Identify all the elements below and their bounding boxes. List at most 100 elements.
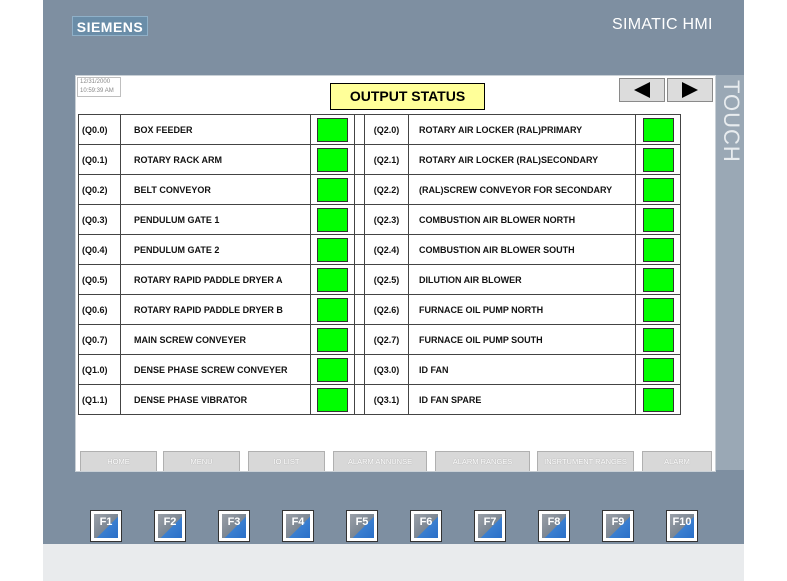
output-address: (Q0.4)	[78, 234, 121, 265]
status-indicator	[317, 357, 348, 382]
output-address: (Q2.2)	[364, 174, 409, 205]
status-cell	[635, 234, 681, 265]
alarm-annunse-button[interactable]: ALARM ANNUNSE	[333, 451, 427, 471]
output-address: (Q0.6)	[78, 294, 121, 325]
output-name: ID FAN	[408, 354, 636, 385]
output-name: PENDULUM GATE 2	[120, 234, 311, 265]
hmi-screen: 12/31/2000 10:59:39 AM OUTPUT STATUS (Q0…	[75, 75, 716, 472]
io-list-button[interactable]: IO LIST	[248, 451, 325, 471]
key-label: F10	[672, 516, 692, 528]
output-address: (Q2.1)	[364, 144, 409, 175]
output-name: MAIN SCREW CONVEYER	[120, 324, 311, 355]
column-divider	[354, 324, 365, 355]
output-address: (Q0.0)	[78, 114, 121, 145]
status-indicator	[642, 297, 674, 322]
alarm-ranges-button[interactable]: ALARM RANGES	[435, 451, 530, 471]
table-row: (Q0.3) PENDULUM GATE 1 (Q2.3) COMBUSTION…	[78, 204, 681, 235]
siemens-logo: SIEMENS	[72, 16, 148, 36]
output-name: ROTARY RAPID PADDLE DRYER B	[120, 294, 311, 325]
f8-key[interactable]: F8	[538, 510, 570, 542]
column-divider	[354, 114, 365, 145]
f5-key[interactable]: F5	[346, 510, 378, 542]
previous-page-button[interactable]	[619, 78, 665, 102]
table-row: (Q0.5) ROTARY RAPID PADDLE DRYER A (Q2.5…	[78, 264, 681, 295]
status-cell	[310, 294, 355, 325]
status-cell	[635, 384, 681, 415]
status-indicator	[317, 387, 348, 412]
status-indicator	[317, 267, 348, 292]
output-name: COMBUSTION AIR BLOWER NORTH	[408, 204, 636, 235]
status-indicator	[317, 117, 348, 142]
f4-key[interactable]: F4	[282, 510, 314, 542]
output-address: (Q3.1)	[364, 384, 409, 415]
status-indicator	[317, 207, 348, 232]
status-indicator	[642, 357, 674, 382]
output-address: (Q2.7)	[364, 324, 409, 355]
status-cell	[635, 204, 681, 235]
f9-key[interactable]: F9	[602, 510, 634, 542]
status-cell	[310, 174, 355, 205]
status-cell	[310, 384, 355, 415]
output-name: PENDULUM GATE 1	[120, 204, 311, 235]
column-divider	[354, 384, 365, 415]
output-name: BOX FEEDER	[120, 114, 311, 145]
table-row: (Q0.7) MAIN SCREW CONVEYER (Q2.7) FURNAC…	[78, 324, 681, 355]
f7-key[interactable]: F7	[474, 510, 506, 542]
key-label: F9	[611, 516, 625, 528]
next-page-button[interactable]	[667, 78, 713, 102]
output-address: (Q0.3)	[78, 204, 121, 235]
output-name: DENSE PHASE SCREW CONVEYER	[120, 354, 311, 385]
table-row: (Q0.4) PENDULUM GATE 2 (Q2.4) COMBUSTION…	[78, 234, 681, 265]
instrument-ranges-button[interactable]: INSRTUMENT RANGES	[537, 451, 634, 471]
column-divider	[354, 144, 365, 175]
status-cell	[635, 354, 681, 385]
status-cell	[635, 114, 681, 145]
bezel-bottom	[43, 544, 744, 581]
output-name: FURNACE OIL PUMP NORTH	[408, 294, 636, 325]
status-cell	[310, 324, 355, 355]
table-row: (Q1.0) DENSE PHASE SCREW CONVEYER (Q3.0)…	[78, 354, 681, 385]
output-address: (Q0.2)	[78, 174, 121, 205]
table-row: (Q0.2) BELT CONVEYOR (Q2.2) (RAL)SCREW C…	[78, 174, 681, 205]
output-address: (Q3.0)	[364, 354, 409, 385]
status-indicator	[317, 237, 348, 262]
status-cell	[310, 114, 355, 145]
status-indicator	[317, 327, 348, 352]
f1-key[interactable]: F1	[90, 510, 122, 542]
status-indicator	[642, 117, 674, 142]
output-address: (Q1.1)	[78, 384, 121, 415]
output-address: (Q0.7)	[78, 324, 121, 355]
table-row: (Q0.6) ROTARY RAPID PADDLE DRYER B (Q2.6…	[78, 294, 681, 325]
status-cell	[310, 354, 355, 385]
output-address: (Q2.3)	[364, 204, 409, 235]
output-name: DILUTION AIR BLOWER	[408, 264, 636, 295]
output-address: (Q2.6)	[364, 294, 409, 325]
f10-key[interactable]: F10	[666, 510, 698, 542]
status-indicator	[642, 327, 674, 352]
alarm-button[interactable]: ALARM	[642, 451, 712, 471]
status-indicator	[642, 267, 674, 292]
status-cell	[635, 144, 681, 175]
output-address: (Q0.5)	[78, 264, 121, 295]
output-name: ROTARY AIR LOCKER (RAL)SECONDARY	[408, 144, 636, 175]
touch-label: TOUCH	[719, 80, 744, 163]
f2-key[interactable]: F2	[154, 510, 186, 542]
column-divider	[354, 354, 365, 385]
status-cell	[310, 144, 355, 175]
column-divider	[354, 294, 365, 325]
key-label: F7	[483, 516, 497, 528]
status-indicator	[642, 177, 674, 202]
date-time-field: 12/31/2000 10:59:39 AM	[77, 77, 121, 97]
status-cell	[310, 204, 355, 235]
f3-key[interactable]: F3	[218, 510, 250, 542]
key-label: F5	[355, 516, 369, 528]
status-indicator	[317, 297, 348, 322]
arrow-right-icon	[682, 82, 698, 98]
column-divider	[354, 234, 365, 265]
menu-button[interactable]: MENU	[163, 451, 240, 471]
table-row: (Q0.0) BOX FEEDER (Q2.0) ROTARY AIR LOCK…	[78, 114, 681, 145]
home-button[interactable]: HOME	[80, 451, 157, 471]
f6-key[interactable]: F6	[410, 510, 442, 542]
status-indicator	[642, 207, 674, 232]
column-divider	[354, 264, 365, 295]
